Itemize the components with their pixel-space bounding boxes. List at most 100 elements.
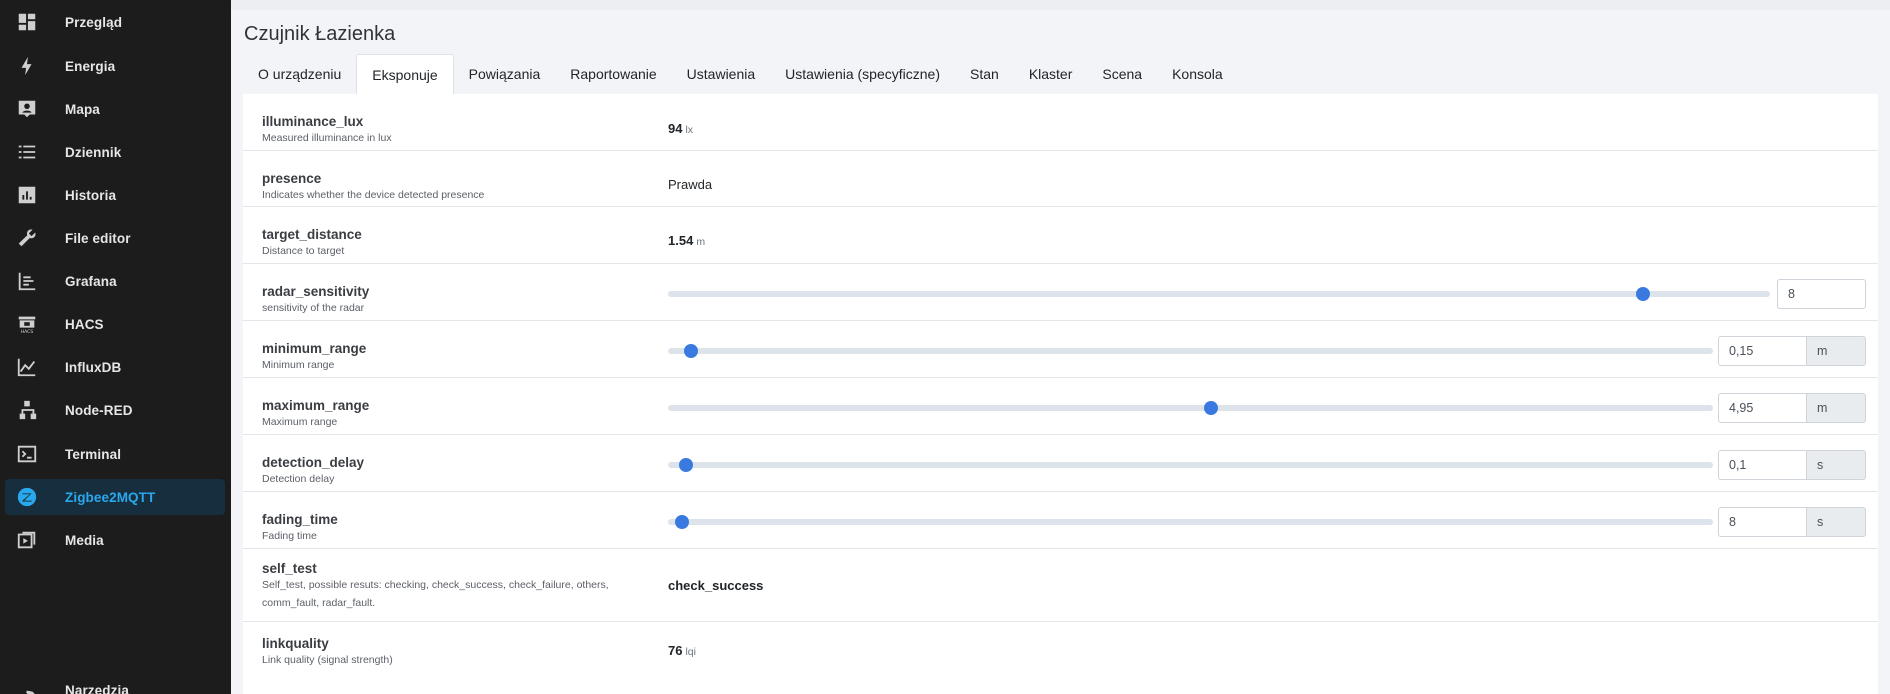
sidebar-item-file-editor[interactable]: File editor — [5, 220, 225, 256]
radar-sensitivity-input[interactable]: 8 — [1777, 279, 1866, 309]
expose-name: fading_time — [262, 512, 338, 527]
hacs-icon: HACS — [15, 312, 39, 336]
tab-klaster[interactable]: Klaster — [1014, 54, 1088, 94]
console-icon — [15, 442, 39, 466]
detection-delay-slider[interactable] — [668, 458, 1713, 472]
sidebar: Przegląd Energia Mapa Dziennik Historia … — [0, 0, 231, 694]
unit-addon: m — [1807, 336, 1866, 366]
unit-label: lqi — [685, 646, 696, 658]
sidebar-item-label: File editor — [65, 230, 131, 246]
expose-description: Distance to target — [262, 245, 345, 257]
expose-name: maximum_range — [262, 398, 370, 413]
sidebar-item-historia[interactable]: Historia — [5, 177, 225, 213]
expose-name: detection_delay — [262, 455, 365, 470]
hammer-icon — [15, 686, 39, 694]
expose-name: radar_sensitivity — [262, 284, 370, 299]
sidebar-item-developer-tools[interactable]: Narzędzia deweloperskie — [5, 680, 225, 694]
unit-label: m — [696, 236, 706, 248]
expose-row-maximum-range: maximum_range Maximum range 4,95 m — [243, 378, 1878, 435]
tab-o-urzadzeniu[interactable]: O urządzeniu — [243, 54, 356, 94]
expose-row-illuminance-lux: illuminance_lux Measured illuminance in … — [243, 94, 1878, 151]
sidebar-item-hacs[interactable]: HACS HACS — [5, 306, 225, 342]
tab-eksponuje[interactable]: Eksponuje — [356, 54, 454, 94]
sidebar-item-label: Media — [65, 532, 104, 548]
lightning-icon — [15, 54, 39, 78]
tab-ustawienia-specyficzne[interactable]: Ustawienia (specyficzne) — [770, 54, 955, 94]
chart-box-icon — [15, 183, 39, 207]
sidebar-item-media[interactable]: Media — [5, 522, 225, 558]
expose-description: Indicates whether the device detected pr… — [262, 189, 485, 201]
minimum-range-input[interactable]: 0,15 — [1718, 336, 1807, 366]
sidebar-item-node-red[interactable]: Node-RED — [5, 392, 225, 428]
sidebar-item-label: Node-RED — [65, 402, 133, 418]
tab-powiazania[interactable]: Powiązania — [454, 54, 556, 94]
unit-addon: m — [1807, 393, 1866, 423]
svg-text:HACS: HACS — [21, 329, 34, 335]
chart-timeline-icon — [15, 269, 39, 293]
top-bar — [231, 0, 1890, 10]
sidebar-item-label: Energia — [65, 58, 116, 74]
sidebar-item-label: Historia — [65, 187, 117, 203]
expose-description: Minimum range — [262, 359, 335, 371]
tab-konsola[interactable]: Konsola — [1157, 54, 1238, 94]
dashboard-icon — [15, 10, 39, 34]
map-account-icon — [15, 97, 39, 121]
unit-label: lx — [685, 124, 694, 136]
tab-scena[interactable]: Scena — [1087, 54, 1157, 94]
minimum-range-slider[interactable] — [668, 344, 1713, 358]
expose-name: linkquality — [262, 636, 329, 651]
unit-addon: s — [1807, 507, 1866, 537]
sidebar-item-zigbee2mqtt[interactable]: Zigbee2MQTT — [5, 479, 225, 515]
expose-description: sensitivity of the radar — [262, 302, 365, 314]
sidebar-item-terminal[interactable]: Terminal — [5, 436, 225, 472]
sidebar-item-label: Terminal — [65, 446, 122, 462]
tab-raportowanie[interactable]: Raportowanie — [555, 54, 671, 94]
sidebar-item-energia[interactable]: Energia — [5, 48, 225, 84]
expose-value: 1.54 m — [668, 233, 706, 248]
slider-thumb[interactable] — [1636, 287, 1651, 301]
expose-value: Prawda — [668, 177, 713, 192]
expose-description: Detection delay — [262, 473, 335, 485]
expose-name: target_distance — [262, 227, 362, 242]
chart-areaspline-icon — [15, 355, 39, 379]
wrench-icon — [15, 226, 39, 250]
expose-value: 94 lx — [668, 121, 694, 136]
slider-thumb[interactable] — [674, 515, 689, 529]
unit-addon: s — [1807, 450, 1866, 480]
fading-time-slider[interactable] — [668, 515, 1713, 529]
page-title: Czujnik Łazienka — [244, 23, 396, 45]
sidebar-item-grafana[interactable]: Grafana — [5, 263, 225, 299]
sidebar-item-label: InfluxDB — [65, 359, 122, 375]
expose-row-presence: presence Indicates whether the device de… — [243, 151, 1878, 207]
sidebar-item-label: HACS — [65, 316, 104, 332]
maximum-range-input[interactable]: 4,95 — [1718, 393, 1807, 423]
expose-row-radar-sensitivity: radar_sensitivity sensitivity of the rad… — [243, 264, 1878, 321]
sidebar-item-influxdb[interactable]: InfluxDB — [5, 349, 225, 385]
expose-row-linkquality: linkquality Link quality (signal strengt… — [243, 622, 1878, 694]
sidebar-item-dziennik[interactable]: Dziennik — [5, 134, 225, 170]
expose-row-detection-delay: detection_delay Detection delay 0,1 s — [243, 435, 1878, 492]
slider-thumb[interactable] — [683, 344, 698, 358]
expose-name: minimum_range — [262, 341, 367, 356]
expose-description: Self_test, possible resuts: checking, ch… — [262, 579, 609, 609]
tab-ustawienia[interactable]: Ustawienia — [672, 54, 770, 94]
sidebar-item-przeglad[interactable]: Przegląd — [5, 4, 225, 40]
slider-thumb[interactable] — [678, 458, 693, 472]
slider-thumb[interactable] — [1204, 401, 1219, 415]
expose-description: Maximum range — [262, 416, 338, 428]
detection-delay-input[interactable]: 0,1 — [1718, 450, 1807, 480]
radar-sensitivity-slider[interactable] — [668, 287, 1770, 301]
tab-stan[interactable]: Stan — [955, 54, 1014, 94]
expose-row-self-test: self_test Self_test, possible resuts: ch… — [243, 549, 1878, 622]
sidebar-item-mapa[interactable]: Mapa — [5, 91, 225, 127]
expose-name: presence — [262, 171, 322, 186]
maximum-range-slider[interactable] — [668, 401, 1713, 415]
tab-bar: O urządzeniu Eksponuje Powiązania Raport… — [243, 54, 1238, 94]
sidebar-item-label: Narzędzia deweloperskie — [65, 683, 129, 694]
sidebar-item-label: Grafana — [65, 273, 117, 289]
fading-time-input[interactable]: 8 — [1718, 507, 1807, 537]
expose-row-minimum-range: minimum_range Minimum range 0,15 m — [243, 321, 1878, 378]
expose-row-fading-time: fading_time Fading time 8 s — [243, 492, 1878, 549]
expose-name: self_test — [262, 561, 317, 576]
expose-description: Fading time — [262, 530, 317, 542]
